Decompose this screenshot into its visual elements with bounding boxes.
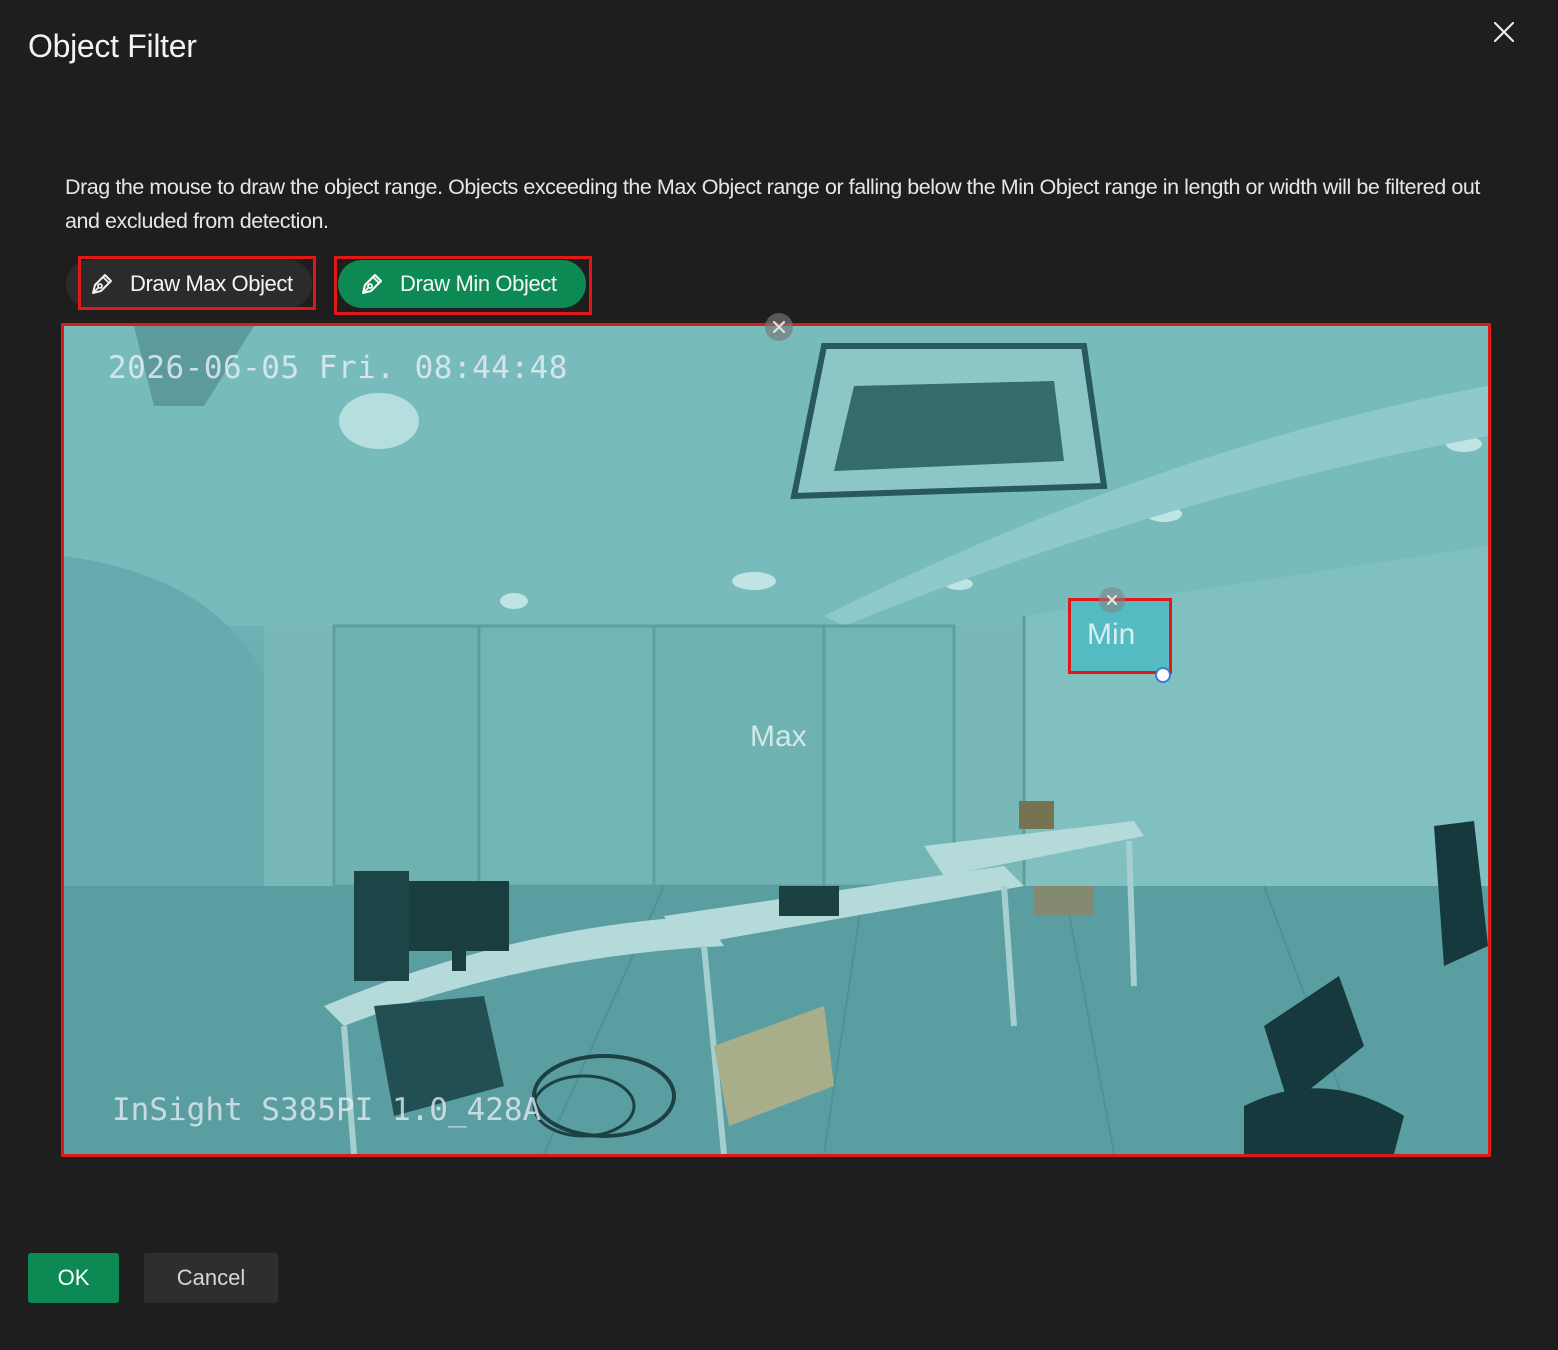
min-object-label: Min xyxy=(1087,618,1136,651)
close-icon xyxy=(1107,595,1117,605)
resize-handle[interactable] xyxy=(1155,667,1171,683)
object-filter-dialog: Object Filter Drag the mouse to draw the… xyxy=(0,0,1558,1350)
highlight-frame xyxy=(334,256,592,315)
camera-preview[interactable]: 2026-06-05 Fri. 08:44:48 InSight S385PI … xyxy=(64,326,1488,1154)
dialog-title: Object Filter xyxy=(28,28,197,64)
instruction-text: Drag the mouse to draw the object range.… xyxy=(65,175,1480,233)
edge-divider xyxy=(1552,40,1558,88)
highlight-frame xyxy=(78,256,316,310)
close-icon xyxy=(1493,21,1515,43)
close-icon xyxy=(772,320,786,334)
camera-timestamp: 2026-06-05 Fri. 08:44:48 xyxy=(108,350,568,386)
camera-model-overlay: InSight S385PI 1.0_428A xyxy=(112,1092,542,1128)
close-button[interactable] xyxy=(1486,14,1522,50)
remove-min-object-button[interactable] xyxy=(1099,587,1125,613)
cancel-button[interactable]: Cancel xyxy=(144,1253,278,1303)
max-object-label: Max xyxy=(750,720,807,753)
remove-max-object-button[interactable] xyxy=(765,313,793,341)
ok-button[interactable]: OK xyxy=(28,1253,119,1303)
